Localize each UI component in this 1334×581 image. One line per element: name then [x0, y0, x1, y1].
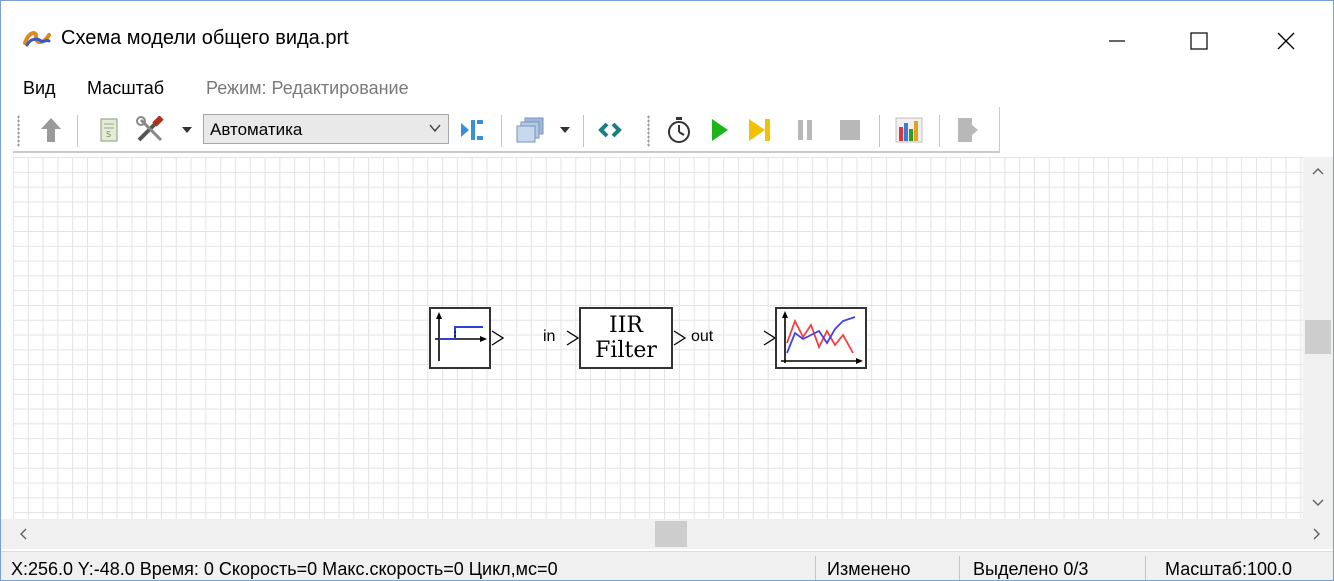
iir-filter-block[interactable]: IIR Filter: [579, 307, 673, 369]
title-bar: Схема модели общего вида.prt: [1, 1, 1333, 67]
input-port-icon: [566, 330, 580, 346]
vertical-scroll-thumb[interactable]: [1305, 320, 1331, 354]
library-combo-value: Автоматика: [210, 120, 303, 139]
status-scale: Масштаб:100.0: [1165, 559, 1293, 579]
minimize-button[interactable]: [1095, 19, 1139, 63]
toolbar: S Автоматика: [1, 105, 1333, 155]
layers-icon: [516, 117, 544, 143]
stopwatch-button[interactable]: [663, 115, 695, 145]
dropdown-arrow-icon: [182, 127, 192, 133]
chevron-down-icon: [429, 124, 441, 133]
plot-block[interactable]: [775, 307, 867, 369]
tools-dropdown[interactable]: [179, 115, 195, 145]
maximize-button[interactable]: [1177, 19, 1221, 63]
horizontal-scroll-thumb[interactable]: [655, 521, 687, 547]
refresh-icon: [598, 122, 622, 138]
diagram-canvas[interactable]: in IIR Filter out: [13, 157, 1303, 519]
window-title: Схема модели общего вида.prt: [61, 27, 349, 49]
step-button[interactable]: [745, 115, 775, 145]
scroll-down-icon[interactable]: [1308, 493, 1328, 513]
horizontal-scrollbar[interactable]: [1, 519, 1333, 549]
stop-button[interactable]: [833, 115, 867, 145]
status-info: X:256.0 Y:-48.0 Время: 0 Скорость=0 Макс…: [11, 559, 558, 579]
tools-button[interactable]: [133, 115, 169, 145]
pause-icon: [798, 120, 812, 140]
menu-bar: Вид Масштаб Режим: Редактирование: [1, 67, 1333, 105]
output-port-icon: [673, 330, 687, 346]
filter-title-line2: Filter: [595, 338, 657, 363]
toolbar-grip[interactable]: [647, 115, 650, 147]
exit-icon: [958, 118, 978, 142]
status-separator: [1145, 556, 1146, 580]
status-separator: [815, 556, 816, 580]
status-bar: X:256.0 Y:-48.0 Время: 0 Скорость=0 Макс…: [1, 551, 1333, 580]
tools-icon: [136, 116, 164, 142]
stop-icon: [840, 120, 860, 140]
status-modified: Изменено: [827, 559, 911, 579]
filter-title-line1: IIR: [609, 313, 643, 338]
toolbar-separator: [583, 115, 584, 147]
dropdown-arrow-icon: [560, 127, 570, 133]
layers-button[interactable]: [513, 115, 549, 145]
layers-dropdown[interactable]: [557, 115, 573, 145]
scroll-up-icon[interactable]: [1308, 161, 1328, 181]
step-icon: [749, 119, 770, 141]
step-source-block[interactable]: [429, 307, 491, 369]
script-icon: S: [100, 118, 118, 142]
menu-scale[interactable]: Масштаб: [87, 78, 164, 99]
main-window: Схема модели общего вида.prt Вид Масштаб…: [0, 0, 1334, 581]
play-button[interactable]: [705, 115, 733, 145]
pause-button[interactable]: [791, 115, 819, 145]
close-button[interactable]: [1264, 19, 1308, 63]
toolbar-separator: [879, 115, 880, 147]
toolbar-separator: [501, 115, 502, 147]
mode-label: Режим: Редактирование: [206, 78, 409, 98]
library-combo[interactable]: Автоматика: [203, 114, 449, 144]
toolbar-separator: [77, 115, 78, 147]
scroll-right-icon[interactable]: [1307, 524, 1327, 544]
block-library-icon: [461, 120, 483, 140]
up-button[interactable]: [35, 115, 67, 145]
bar-chart-icon: [895, 117, 923, 143]
play-icon: [712, 119, 728, 141]
refresh-button[interactable]: [595, 115, 625, 145]
svg-text:S: S: [106, 130, 111, 139]
status-selected: Выделено 0/3: [973, 559, 1089, 579]
menu-view[interactable]: Вид: [23, 78, 56, 99]
exit-button[interactable]: [951, 115, 983, 145]
toolbar-grip[interactable]: [17, 115, 20, 147]
close-icon: [1277, 32, 1295, 50]
script-button[interactable]: S: [93, 115, 125, 145]
output-port-icon: [491, 330, 505, 346]
minimize-icon: [1109, 40, 1125, 42]
status-separator: [959, 556, 960, 580]
input-port-label: in: [543, 328, 556, 345]
up-arrow-icon: [41, 118, 61, 142]
output-port-label: out: [691, 328, 714, 345]
plot-icon: [781, 311, 863, 364]
maximize-icon: [1190, 32, 1208, 50]
app-logo-icon: [23, 31, 51, 47]
step-source-icon: [435, 312, 487, 361]
block-library-button[interactable]: [457, 115, 487, 145]
chart-button[interactable]: [891, 115, 927, 145]
stopwatch-icon: [668, 117, 690, 143]
vertical-scrollbar[interactable]: [1303, 157, 1333, 519]
toolbar-separator: [939, 115, 940, 147]
scroll-left-icon[interactable]: [13, 524, 33, 544]
